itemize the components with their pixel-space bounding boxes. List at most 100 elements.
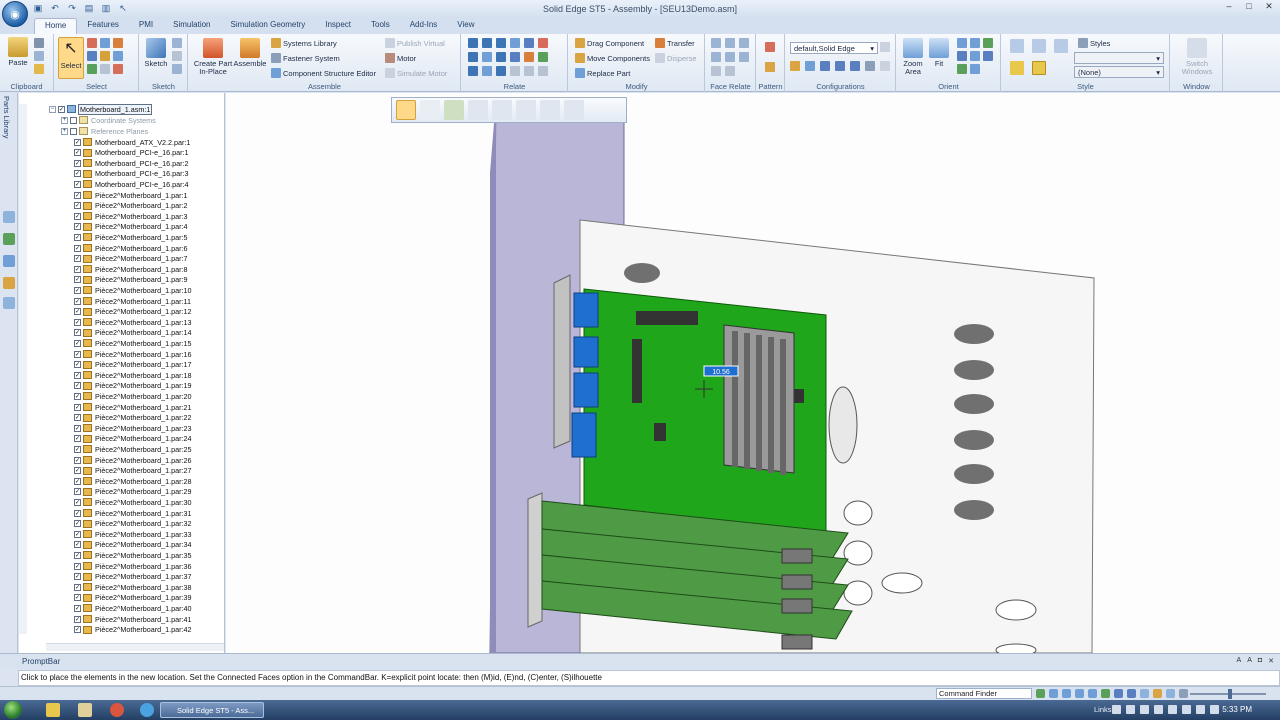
select-body-icon[interactable] [100, 51, 110, 61]
tree-item-part[interactable]: ✓ Pièce2^Motherboard_1.par:23 [74, 423, 192, 433]
edges-small-icon[interactable] [1166, 689, 1175, 698]
view-overrides-icon[interactable] [1032, 61, 1046, 75]
fit-button[interactable]: Fit [928, 38, 950, 68]
cam-icon[interactable] [482, 52, 492, 62]
select-filter-icon[interactable] [100, 64, 110, 74]
close-icon[interactable]: ✕ [1268, 657, 1274, 665]
solid-edge-task-button[interactable]: Solid Edge ST5 - Ass... [160, 702, 264, 718]
tree-item-part[interactable]: ✓ Pièce2^Motherboard_1.par:2 [74, 201, 188, 211]
visibility-checkbox[interactable]: ✓ [74, 382, 81, 390]
collapse-icon[interactable]: − [49, 105, 56, 113]
expand-icon[interactable]: + [61, 127, 68, 135]
cut-icon[interactable] [34, 38, 44, 48]
visibility-checkbox[interactable]: ✓ [74, 530, 81, 538]
tree-item-part[interactable]: ✓ Pièce2^Motherboard_1.par:27 [74, 466, 192, 476]
tree-item-part[interactable]: ✓ Pièce2^Motherboard_1.par:11 [74, 296, 192, 306]
motor-button[interactable]: Motor [385, 53, 416, 63]
tree-item-part[interactable]: ✓ Pièce2^Motherboard_1.par:37 [74, 572, 192, 582]
visibility-checkbox[interactable]: ✓ [74, 361, 81, 369]
equal-radius-icon[interactable] [725, 66, 735, 76]
tree-item-part[interactable]: ✓ Pièce2^Motherboard_1.par:40 [74, 603, 192, 613]
close-button[interactable]: ✕ [1262, 1, 1276, 13]
layers-icon[interactable] [3, 211, 15, 223]
assemble-button[interactable]: Assemble [233, 38, 267, 68]
rotate-option-icon[interactable] [468, 100, 488, 120]
tray-icon[interactable] [1126, 705, 1135, 714]
refresh-icon[interactable] [1036, 689, 1045, 698]
font-size-icon[interactable]: A [1237, 657, 1242, 665]
tangent-face-icon[interactable] [739, 52, 749, 62]
visibility-checkbox[interactable]: ✓ [74, 329, 81, 337]
tree-item-part[interactable]: ✓ Pièce2^Motherboard_1.par:33 [74, 529, 192, 539]
tangent-icon[interactable] [468, 52, 478, 62]
visibility-checkbox[interactable]: ✓ [74, 488, 81, 496]
select-button[interactable]: ↖ Select [58, 37, 84, 79]
pan-icon[interactable] [970, 38, 980, 48]
relate-option3-icon[interactable] [538, 66, 548, 76]
graphics-viewport[interactable]: 10.56 [226, 93, 1280, 653]
visibility-checkbox[interactable]: ✓ [74, 445, 81, 453]
symmetric-icon[interactable] [711, 66, 721, 76]
tree-item-part[interactable]: ✓ Pièce2^Motherboard_1.par:12 [74, 307, 192, 317]
tree-item-part[interactable]: ✓ Motherboard_PCI-e_16.par:1 [74, 148, 190, 158]
visibility-checkbox[interactable]: ✓ [74, 223, 81, 231]
select-group-icon[interactable] [87, 64, 97, 74]
tree-item-part[interactable]: ✓ Pièce2^Motherboard_1.par:15 [74, 338, 192, 348]
tree-horizontal-scrollbar[interactable] [46, 643, 224, 651]
move-options-icon[interactable] [396, 100, 416, 120]
zone-icon[interactable] [805, 61, 815, 71]
drag-component-button[interactable]: Drag Component [575, 38, 644, 48]
hide-icon[interactable] [820, 61, 830, 71]
visibility-checkbox[interactable]: ✓ [74, 191, 81, 199]
selection-option-icon[interactable] [540, 100, 560, 120]
shaded-icon[interactable] [1010, 39, 1024, 53]
tree-item-part[interactable]: ✓ Pièce2^Motherboard_1.par:18 [74, 370, 192, 380]
tray-icon[interactable] [1182, 705, 1191, 714]
look-at-face-icon[interactable] [970, 51, 980, 61]
visibility-checkbox[interactable]: ✓ [74, 403, 81, 411]
visibility-checkbox[interactable]: ✓ [74, 615, 81, 623]
concentric-icon[interactable] [725, 52, 735, 62]
tree-item-part[interactable]: ✓ Pièce2^Motherboard_1.par:36 [74, 561, 192, 571]
planar-align-icon[interactable] [482, 38, 492, 48]
visibility-checkbox[interactable]: ✓ [74, 170, 81, 178]
assembly-tree-icon[interactable] [3, 233, 15, 245]
visibility-checkbox[interactable]: ✓ [74, 562, 81, 570]
visibility-checkbox[interactable]: ✓ [74, 551, 81, 559]
ie-icon[interactable] [140, 703, 154, 717]
sketch-close-icon[interactable] [172, 51, 182, 61]
sensors-icon[interactable] [3, 277, 15, 289]
tree-item-part[interactable]: ✓ Motherboard_PCI-e_16.par:3 [74, 169, 190, 179]
minimize-button[interactable]: – [1222, 1, 1236, 13]
tree-item-part[interactable]: ✓ Pièce2^Motherboard_1.par:3 [74, 211, 188, 221]
fit-small-icon[interactable] [1075, 689, 1084, 698]
visibility-checkbox[interactable]: ✓ [74, 138, 81, 146]
tree-item-part[interactable]: ✓ Pièce2^Motherboard_1.par:35 [74, 550, 192, 560]
visibility-checkbox[interactable]: ✓ [74, 265, 81, 273]
systems-library-button[interactable]: Systems Library [271, 38, 337, 48]
inactivate-icon[interactable] [880, 61, 890, 71]
visibility-checkbox[interactable]: ✓ [74, 244, 81, 252]
replace-part-button[interactable]: Replace Part [575, 68, 630, 78]
sketch-view-icon[interactable] [957, 64, 967, 74]
network-icon[interactable] [1196, 705, 1205, 714]
visibility-checkbox[interactable]: ✓ [74, 594, 81, 602]
angle-icon[interactable] [538, 38, 548, 48]
connect-icon[interactable] [524, 38, 534, 48]
sketch-button[interactable]: Sketch [144, 38, 168, 68]
tree-item-part[interactable]: ✓ Pièce2^Motherboard_1.par:6 [74, 243, 188, 253]
mirror-icon[interactable] [765, 42, 775, 52]
connected-faces-icon[interactable] [444, 100, 464, 120]
tree-item-part[interactable]: ✓ Pièce2^Motherboard_1.par:13 [74, 317, 192, 327]
links-toolbar[interactable]: Links [1094, 705, 1112, 714]
visibility-checkbox[interactable]: ✓ [74, 498, 81, 506]
select-feature-icon[interactable] [113, 51, 123, 61]
visibility-checkbox[interactable]: ✓ [74, 371, 81, 379]
visibility-checkbox[interactable]: ✓ [74, 159, 81, 167]
command-finder-input[interactable]: Command Finder [936, 688, 1032, 699]
tree-root-assembly[interactable]: − ✓ Motherboard_1.asm:1 [49, 103, 153, 115]
view-orientation-icon[interactable] [970, 64, 980, 74]
transfer-button[interactable]: Transfer [655, 38, 695, 48]
visibility-checkbox[interactable]: ✓ [74, 541, 81, 549]
select-option-icon[interactable] [113, 64, 123, 74]
